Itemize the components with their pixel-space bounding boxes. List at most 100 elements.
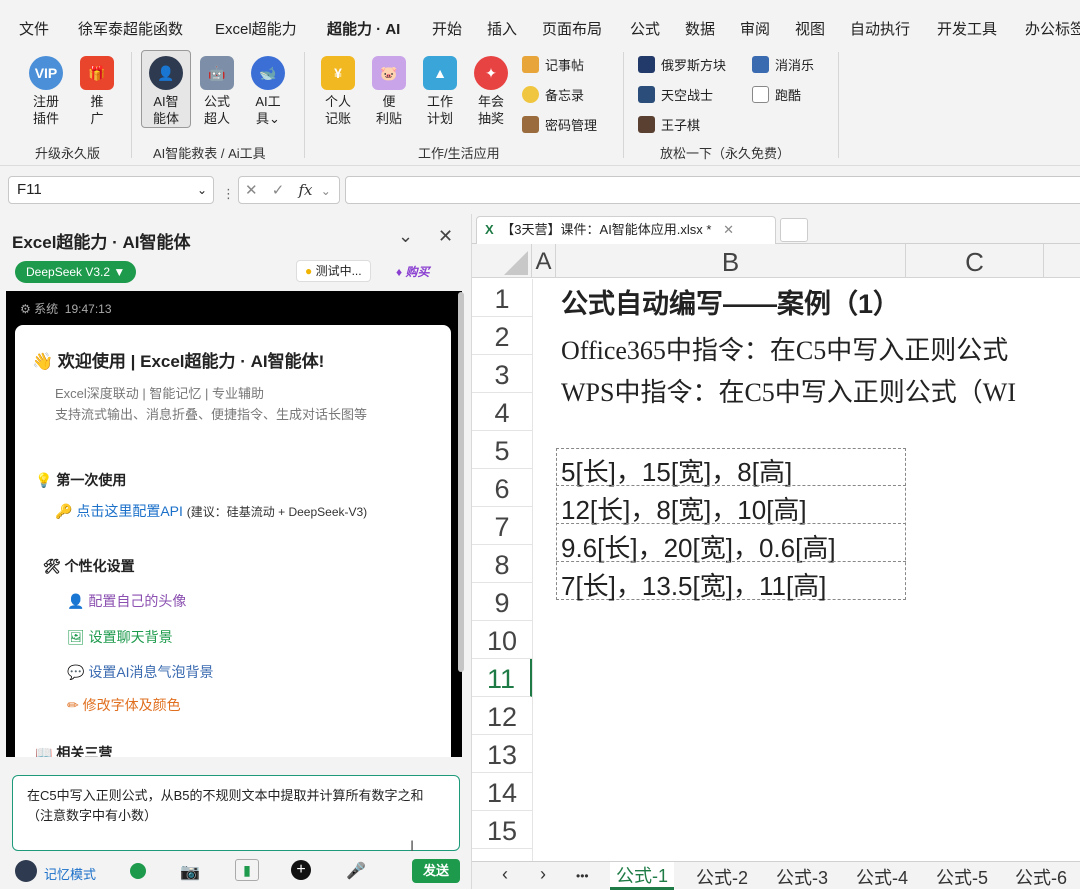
fx-icon[interactable]: fx — [299, 181, 313, 199]
column-header-d[interactable] — [1044, 244, 1080, 278]
row-header-10[interactable]: 10 — [472, 621, 532, 659]
promote-button[interactable]: 🎁 推 广 — [74, 56, 120, 127]
camera-icon[interactable]: 📷 — [180, 862, 200, 882]
menu-page-layout[interactable]: 页面布局 — [542, 18, 602, 39]
row-header-8[interactable]: 8 — [472, 545, 532, 583]
row-header-14[interactable]: 14 — [472, 773, 532, 811]
sheet-tab-6[interactable]: 公式-6 — [1015, 864, 1067, 890]
menu-office-tab[interactable]: 办公标签 — [1025, 18, 1080, 39]
row-header-6[interactable]: 6 — [472, 469, 532, 507]
more-tabs-icon[interactable]: ••• — [576, 869, 589, 883]
menu-data[interactable]: 数据 — [685, 18, 715, 39]
menu-home[interactable]: 开始 — [432, 18, 462, 39]
cancel-icon[interactable]: ✕ — [245, 182, 258, 199]
cell-b1[interactable]: 公式自动编写——案例（1） — [561, 282, 900, 321]
config-api-link[interactable]: 🔑 点击这里配置API (建议：硅基流动 + DeepSeek-V3) — [55, 501, 367, 521]
cell-b8[interactable]: 7[长]，13.5[宽]，11[高] — [561, 566, 826, 603]
more-options-icon[interactable]: ⋮ — [222, 186, 235, 202]
row-header-9[interactable]: 9 — [472, 583, 532, 621]
send-button[interactable]: 发送 — [412, 859, 460, 883]
workbook-tab[interactable]: X 【3天营】课件：AI智能体应用.xlsx * ✕ — [476, 216, 776, 244]
sheet-tab-4[interactable]: 公式-4 — [856, 864, 908, 890]
row-header-15[interactable]: 15 — [472, 811, 532, 849]
row-header-12[interactable]: 12 — [472, 697, 532, 735]
row-header-5[interactable]: 5 — [472, 431, 532, 469]
chat-scrollbar[interactable] — [458, 292, 464, 672]
chat-background-link[interactable]: 🖼 设置聊天背景 — [67, 627, 173, 647]
buy-button[interactable]: ♦ 购买 — [396, 263, 429, 280]
close-tab-icon[interactable]: ✕ — [723, 222, 734, 237]
match-three-button[interactable]: 消消乐 — [752, 54, 814, 74]
sheet-tab-2[interactable]: 公式-2 — [696, 864, 748, 890]
memo-button[interactable]: 备忘录 — [522, 84, 584, 104]
column-header-b[interactable]: B — [556, 244, 906, 278]
sheet-tab-1[interactable]: 公式-1 — [610, 862, 675, 890]
cell-b6[interactable]: 12[长]，8[宽]，10[高] — [561, 490, 807, 527]
chevron-down-icon[interactable]: ⌄ — [197, 177, 207, 203]
select-all-corner[interactable] — [472, 244, 532, 278]
chevron-down-icon[interactable]: ⌄ — [321, 184, 331, 198]
memory-mode-label[interactable]: 记忆模式 — [44, 864, 96, 883]
bubble-background-link[interactable]: 💬 设置AI消息气泡背景 — [67, 662, 214, 682]
personal-accounting-button[interactable]: ¥ 个人 记账 — [315, 56, 361, 127]
chat-area[interactable]: ⚙ 系统 19:47:13 👋 欢迎使用 | Excel超能力 · AI智能体!… — [6, 291, 462, 757]
cell-b7[interactable]: 9.6[长]，20[宽]，0.6[高] — [561, 528, 836, 565]
register-plugin-button[interactable]: VIP 注册 插件 — [23, 56, 69, 127]
lottery-button[interactable]: ✦ 年会 抽奖 — [468, 56, 514, 127]
tab-scroll-next[interactable]: › — [540, 864, 546, 885]
ai-tools-button[interactable]: 🐋 AI工 具⌄ — [245, 56, 291, 127]
name-box[interactable]: F11 ⌄ — [8, 176, 214, 204]
formula-superman-button[interactable]: 🤖 公式 超人 — [194, 56, 240, 127]
tab-scroll-prev[interactable]: ‹ — [502, 864, 508, 885]
menu-automate[interactable]: 自动执行 — [850, 18, 910, 39]
test-status-badge[interactable]: ● 测试中... — [296, 260, 371, 282]
notepad-button[interactable]: 记事帖 — [522, 54, 584, 74]
menu-functions[interactable]: 徐军泰超能函数 — [78, 18, 183, 39]
memory-toggle[interactable] — [130, 863, 146, 879]
avatar[interactable] — [15, 860, 37, 882]
microphone-icon[interactable]: 🎤 — [346, 861, 366, 881]
menu-developer[interactable]: 开发工具 — [937, 18, 997, 39]
collapse-icon[interactable]: ⌄ — [398, 226, 413, 247]
spreadsheet-grid[interactable]: A B C 1 2 3 4 5 6 7 8 9 10 11 12 13 14 15 公式自动编写——案例（1… — [472, 244, 1080, 861]
chart-icon[interactable]: ▮ — [235, 859, 259, 881]
column-header-a[interactable]: A — [532, 244, 556, 278]
cell-b3[interactable]: WPS中指令：在C5中写入正则公式（WI — [561, 372, 1016, 409]
row-header-4[interactable]: 4 — [472, 393, 532, 431]
parkour-button[interactable]: 跑酷 — [752, 84, 801, 104]
confirm-icon[interactable]: ✓ — [272, 182, 285, 199]
sky-warrior-button[interactable]: 天空战士 — [638, 84, 713, 104]
ai-agent-button[interactable]: 👤 AI智 能体 — [141, 50, 191, 128]
menu-formulas[interactable]: 公式 — [630, 18, 660, 39]
chat-input[interactable]: 在C5中写入正则公式，从B5的不规则文本中提取并计算所有数字之和（注意数字中有小… — [12, 775, 460, 851]
model-selector[interactable]: DeepSeek V3.2 ▼ — [15, 261, 137, 283]
column-header-c[interactable]: C — [906, 244, 1044, 278]
menu-insert[interactable]: 插入 — [487, 18, 517, 39]
password-manager-button[interactable]: 密码管理 — [522, 114, 597, 134]
work-plan-button[interactable]: ▲ 工作 计划 — [417, 56, 463, 127]
row-header-13[interactable]: 13 — [472, 735, 532, 773]
menu-ai-power[interactable]: 超能力 · AI — [327, 18, 400, 39]
cell-b2[interactable]: Office365中指令：在C5中写入正则公式 — [561, 330, 1008, 367]
row-header-7[interactable]: 7 — [472, 507, 532, 545]
row-header-11[interactable]: 11 — [472, 659, 532, 697]
close-icon[interactable]: ✕ — [438, 226, 453, 247]
prince-chess-button[interactable]: 王子棋 — [638, 114, 700, 134]
new-tab-button[interactable] — [780, 218, 808, 242]
menu-file[interactable]: 文件 — [19, 18, 49, 39]
sheet-tab-3[interactable]: 公式-3 — [776, 864, 828, 890]
add-icon[interactable]: + — [291, 860, 311, 880]
row-header-1[interactable]: 1 — [472, 279, 532, 317]
config-avatar-link[interactable]: 👤 配置自己的头像 — [67, 591, 186, 611]
menu-view[interactable]: 视图 — [795, 18, 825, 39]
menu-excel-power[interactable]: Excel超能力 — [215, 18, 297, 39]
formula-input[interactable] — [345, 176, 1080, 204]
font-color-link[interactable]: ✏ 修改字体及颜色 — [67, 695, 181, 715]
sticky-note-button[interactable]: 🐷 便 利贴 — [366, 56, 412, 127]
cell-b5[interactable]: 5[长]，15[宽]，8[高] — [561, 452, 792, 489]
tetris-button[interactable]: 俄罗斯方块 — [638, 54, 726, 74]
sheet-tab-5[interactable]: 公式-5 — [936, 864, 988, 890]
row-header-3[interactable]: 3 — [472, 355, 532, 393]
menu-review[interactable]: 审阅 — [740, 18, 770, 39]
row-header-2[interactable]: 2 — [472, 317, 532, 355]
